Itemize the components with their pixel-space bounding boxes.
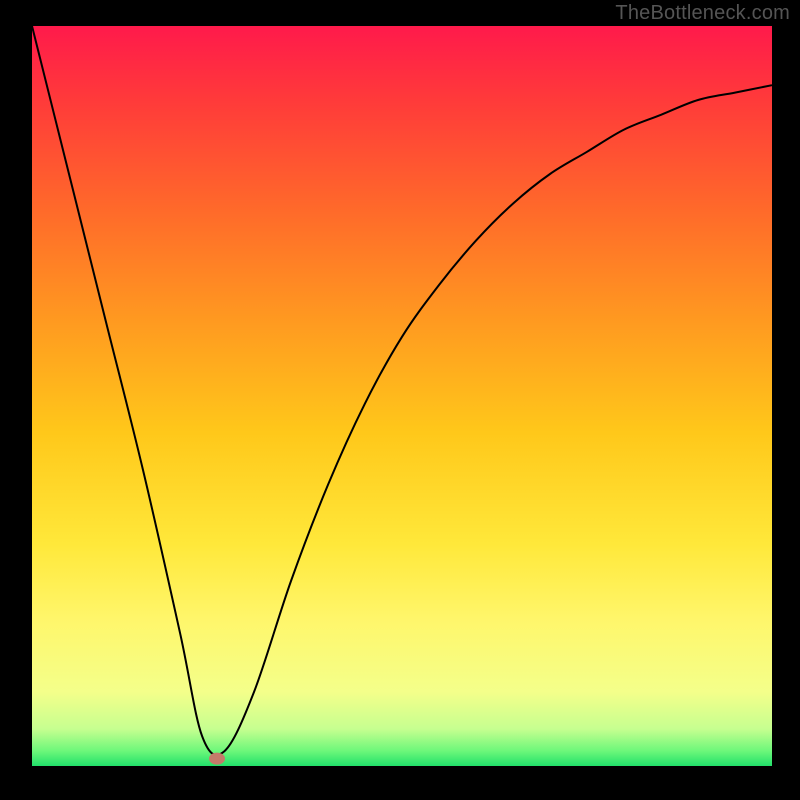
- plot-background: [32, 26, 772, 766]
- min-point-marker: [209, 753, 225, 765]
- chart-frame: TheBottleneck.com: [0, 0, 800, 800]
- bottleneck-chart: [0, 0, 800, 800]
